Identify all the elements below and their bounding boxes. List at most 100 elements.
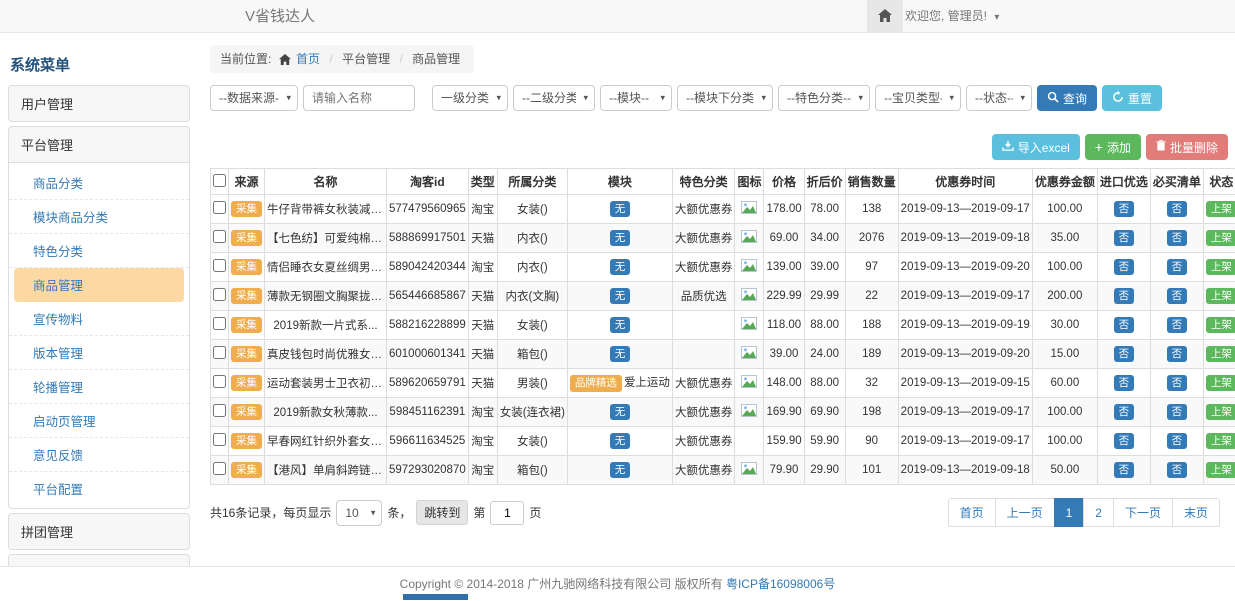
sales-cell: 32 [845,369,898,398]
category-cell: 女装(连衣裙) [497,398,567,427]
row-checkbox-cell [211,456,229,485]
row-checkbox[interactable] [213,404,226,417]
import-select-toggle[interactable]: 否 [1114,288,1135,304]
add-button[interactable]: + 添加 [1085,134,1141,160]
import-select-toggle[interactable]: 否 [1114,346,1135,362]
user-menu[interactable]: 欢迎您, 管理员! ▾ [905,0,999,34]
import-select-toggle[interactable]: 否 [1114,404,1135,420]
row-checkbox-cell [211,427,229,456]
must-buy-cell: 否 [1150,398,1203,427]
select-all-checkbox[interactable] [213,174,226,187]
import-select-toggle[interactable]: 否 [1114,375,1135,391]
import-select-toggle[interactable]: 否 [1114,433,1135,449]
filter-select-item-type[interactable]: --宝贝类型-- [875,85,961,111]
import-select-toggle[interactable]: 否 [1114,317,1135,333]
import-select-toggle[interactable]: 否 [1114,201,1135,217]
status-badge[interactable]: 上架 [1206,230,1235,246]
filter-select-level2-category[interactable]: --二级分类-- [513,85,595,111]
must-buy-toggle[interactable]: 否 [1167,230,1188,246]
page-button-上一页[interactable]: 上一页 [995,498,1055,527]
sidebar-item-意见反馈[interactable]: 意见反馈 [9,438,189,472]
must-buy-toggle[interactable]: 否 [1167,375,1188,391]
batch-delete-button[interactable]: 批量删除 [1146,134,1228,160]
goods-name-cell: 运动套装男士卫衣初秋... [265,369,387,398]
page-button-首页[interactable]: 首页 [948,498,996,527]
sidebar-item-用户管理[interactable]: 用户管理 [8,85,190,122]
row-checkbox[interactable] [213,375,226,388]
status-badge[interactable]: 上架 [1206,346,1235,362]
filter-select-feature-category[interactable]: --特色分类-- [778,85,870,111]
status-badge[interactable]: 上架 [1206,288,1235,304]
must-buy-toggle[interactable]: 否 [1167,288,1188,304]
source-cell: 采集 [229,224,265,253]
page-button-2[interactable]: 2 [1083,498,1114,527]
reset-button[interactable]: 重置 [1102,85,1162,111]
module-badge: 无 [610,201,631,217]
sidebar-item-特色分类[interactable]: 特色分类 [9,234,189,268]
row-checkbox[interactable] [213,288,226,301]
status-badge[interactable]: 上架 [1206,201,1235,217]
row-checkbox[interactable] [213,230,226,243]
row-checkbox[interactable] [213,346,226,359]
must-buy-toggle[interactable]: 否 [1167,317,1188,333]
status-cell: 上架 [1203,282,1235,311]
sidebar-item-平台管理[interactable]: 平台管理 [8,126,190,163]
breadcrumb-item-goods: 商品管理 [412,52,460,66]
per-page-select[interactable]: 10 [336,500,382,526]
status-badge[interactable]: 上架 [1206,317,1235,333]
sidebar-item-商品分类[interactable]: 商品分类 [9,166,189,200]
status-badge[interactable]: 上架 [1206,375,1235,391]
row-checkbox[interactable] [213,259,226,272]
status-badge[interactable]: 上架 [1206,433,1235,449]
filter-select-data-source[interactable]: --数据来源-- [210,85,298,111]
filter-select-status[interactable]: --状态-- [966,85,1032,111]
sidebar-item-启动页管理[interactable]: 启动页管理 [9,404,189,438]
home-button[interactable] [867,0,903,33]
must-buy-toggle[interactable]: 否 [1167,201,1188,217]
module-cell: 无 [567,340,672,369]
sidebar-item-平台配置[interactable]: 平台配置 [9,472,189,505]
jump-page-input[interactable] [490,501,524,525]
import-select-toggle[interactable]: 否 [1114,462,1135,478]
status-badge[interactable]: 上架 [1206,259,1235,275]
must-buy-toggle[interactable]: 否 [1167,404,1188,420]
row-checkbox[interactable] [213,201,226,214]
sidebar-sub-list: 商品分类模块商品分类特色分类商品管理宣传物料版本管理轮播管理启动页管理意见反馈平… [8,163,190,509]
must-buy-toggle[interactable]: 否 [1167,346,1188,362]
must-buy-toggle[interactable]: 否 [1167,433,1188,449]
sidebar-item-版本管理[interactable]: 版本管理 [9,336,189,370]
price-cell: 169.90 [764,398,804,427]
import-select-toggle[interactable]: 否 [1114,259,1135,275]
module-badge: 无 [610,317,631,333]
category-cell: 女装() [497,311,567,340]
sidebar-item-宣传物料[interactable]: 宣传物料 [9,302,189,336]
row-checkbox[interactable] [213,433,226,446]
status-badge[interactable]: 上架 [1206,404,1235,420]
page-button-1[interactable]: 1 [1054,498,1085,527]
icon-cell [735,195,764,224]
must-buy-toggle[interactable]: 否 [1167,462,1188,478]
row-checkbox[interactable] [213,462,226,475]
discount-price-cell: 69.90 [804,398,845,427]
import-select-toggle[interactable]: 否 [1114,230,1135,246]
status-badge[interactable]: 上架 [1206,462,1235,478]
sidebar-item-轮播管理[interactable]: 轮播管理 [9,370,189,404]
page-button-末页[interactable]: 末页 [1172,498,1220,527]
jump-button[interactable]: 跳转到 [416,500,468,525]
filter-select-module-subcategory[interactable]: --模块下分类-- [677,85,773,111]
breadcrumb-home-link[interactable]: 首页 [296,52,320,66]
import-excel-button[interactable]: 导入excel [992,134,1080,160]
filter-select-level1-category[interactable]: 一级分类 [432,85,508,111]
sidebar-item-模块商品分类[interactable]: 模块商品分类 [9,200,189,234]
must-buy-toggle[interactable]: 否 [1167,259,1188,275]
name-search-input[interactable] [303,85,415,111]
sidebar-item-拼团管理[interactable]: 拼团管理 [8,513,190,550]
filter-select-module[interactable]: --模块-- [600,85,672,111]
query-button[interactable]: 查询 [1037,85,1097,111]
page-button-下一页[interactable]: 下一页 [1113,498,1173,527]
sidebar-item-商品管理[interactable]: 商品管理 [14,268,184,302]
coupon-amount-cell: 50.00 [1032,456,1097,485]
reset-button-label: 重置 [1128,90,1152,107]
icp-link[interactable]: 粤ICP备16098006号 [726,577,835,591]
row-checkbox[interactable] [213,317,226,330]
